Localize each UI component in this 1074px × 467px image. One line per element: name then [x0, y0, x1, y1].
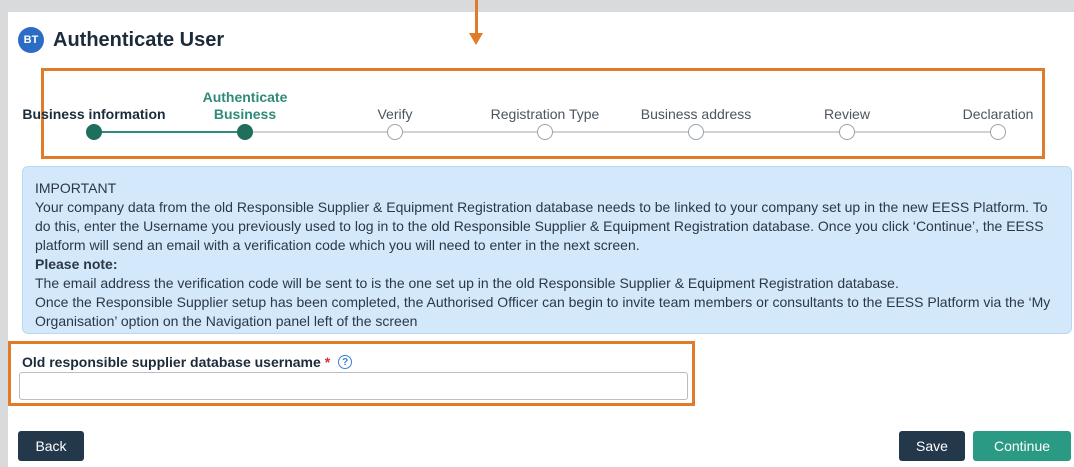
username-input[interactable]	[19, 372, 688, 400]
step-label: Registration Type	[490, 106, 600, 122]
continue-button[interactable]: Continue	[973, 431, 1071, 461]
step-registration-type: Registration Type	[470, 71, 620, 159]
callout-arrow-line	[475, 0, 478, 36]
save-button[interactable]: Save	[899, 431, 965, 461]
username-label-text: Old responsible supplier database userna…	[22, 354, 321, 370]
progress-stepper: Business information Authenticate Busine…	[22, 68, 1045, 159]
step-declaration: Declaration	[923, 71, 1073, 159]
notice-heading: IMPORTANT	[35, 180, 117, 196]
username-field-label: Old responsible supplier database userna…	[22, 354, 353, 370]
username-field-group: Old responsible supplier database userna…	[8, 341, 695, 406]
notice-note-heading: Please note:	[35, 256, 118, 272]
step-label: Declaration	[962, 106, 1034, 122]
notice-note-line: Once the Responsible Supplier setup has …	[35, 294, 1051, 329]
step-authenticate-business: Authenticate Business	[170, 71, 320, 159]
important-notice: IMPORTANT Your company data from the old…	[22, 166, 1072, 334]
step-label: Review	[824, 106, 870, 122]
step-verify: Verify	[320, 71, 470, 159]
step-pending-dot-icon	[688, 124, 704, 140]
step-pending-dot-icon	[537, 124, 553, 140]
step-business-address: Business address	[621, 71, 771, 159]
step-label: Verify	[377, 106, 413, 122]
notice-paragraph: Your company data from the old Responsib…	[35, 199, 1048, 253]
page-title: Authenticate User	[53, 28, 225, 51]
step-business-information: Business information	[19, 71, 169, 159]
page-header: BT Authenticate User	[18, 27, 224, 53]
help-icon[interactable]: ?	[338, 355, 353, 369]
step-label: Business information	[22, 106, 166, 122]
step-pending-dot-icon	[990, 124, 1006, 140]
step-current-dot-icon	[237, 124, 253, 140]
notice-note-line: The email address the verification code …	[35, 275, 899, 291]
step-label: Business address	[640, 106, 752, 122]
callout-arrow-icon	[469, 33, 483, 45]
step-review: Review	[772, 71, 922, 159]
back-button[interactable]: Back	[18, 431, 84, 461]
required-asterisk: *	[324, 354, 331, 370]
step-pending-dot-icon	[387, 124, 403, 140]
step-complete-dot-icon	[86, 124, 102, 140]
step-pending-dot-icon	[839, 124, 855, 140]
avatar: BT	[18, 27, 44, 53]
step-label: Authenticate Business	[202, 89, 288, 122]
